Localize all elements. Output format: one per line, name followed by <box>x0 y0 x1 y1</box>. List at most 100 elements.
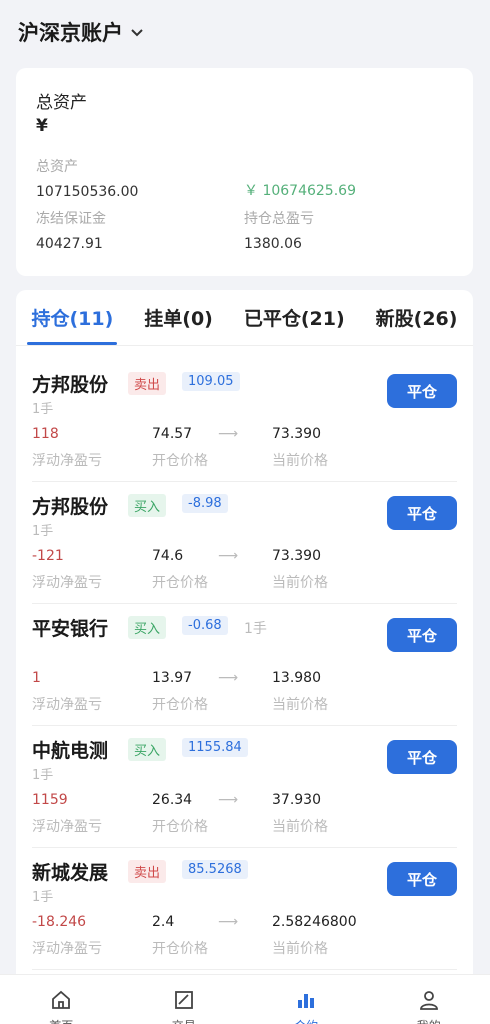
summary-key <box>244 156 356 172</box>
floating-pl-label: 浮动净盈亏 <box>32 575 102 591</box>
nav-home[interactable]: 首页 <box>31 989 91 1024</box>
summary-value: ￥ 10674625.69 <box>244 183 356 199</box>
summary-cell: 总资产 107150536.00 <box>36 156 138 200</box>
lots-label: 1手 <box>32 402 54 417</box>
close-position-button[interactable]: 平仓 <box>387 862 457 896</box>
current-price-label: 当前价格 <box>272 453 328 469</box>
open-price-value: 74.57 <box>152 426 193 442</box>
pl-tag: -8.98 <box>182 494 228 513</box>
arrow-right-icon: ⟶ <box>218 426 239 442</box>
summary-cell: ￥ 10674625.69 <box>244 156 356 200</box>
nav-label: 合约 <box>294 1017 318 1024</box>
summary-cell: 持仓总盈亏 1380.06 <box>244 208 314 252</box>
open-price-value: 26.34 <box>152 792 193 808</box>
open-price-value: 74.6 <box>152 548 184 564</box>
bar-chart-icon <box>295 989 317 1015</box>
tab-holdings[interactable]: 持仓(11) <box>27 304 118 345</box>
nav-label: 首页 <box>49 1017 73 1024</box>
current-price-value: 13.980 <box>272 670 321 686</box>
direction-badge: 买入 <box>128 616 167 639</box>
tab-closed[interactable]: 已平仓(21) <box>240 304 349 331</box>
nav-contract[interactable]: 合约 <box>276 989 336 1024</box>
nav-label: 我的 <box>417 1017 441 1024</box>
arrow-right-icon: ⟶ <box>218 914 239 930</box>
lots-label: 1手 <box>32 768 54 783</box>
direction-badge: 买入 <box>128 738 167 761</box>
pl-tag: -0.68 <box>182 616 228 635</box>
floating-pl-label: 浮动净盈亏 <box>32 697 102 713</box>
pl-tag: 85.5268 <box>182 860 248 879</box>
current-price-label: 当前价格 <box>272 819 328 835</box>
current-price-label: 当前价格 <box>272 697 328 713</box>
current-price-value: 37.930 <box>272 792 321 808</box>
stock-name: 方邦股份 <box>32 374 109 396</box>
nav-label: 交易 <box>172 1017 196 1024</box>
tab-pending[interactable]: 挂单(0) <box>140 304 217 331</box>
close-position-button[interactable]: 平仓 <box>387 374 457 408</box>
floating-pl-value: -121 <box>32 548 64 564</box>
summary-value: 40427.91 <box>36 236 103 252</box>
nav-profile[interactable]: 我的 <box>399 989 459 1024</box>
lots-label: 1手 <box>32 524 54 539</box>
pl-tag: 109.05 <box>182 372 240 391</box>
position-row: 新城发展 卖出 85.5268 1手 平仓 -18.246 2.4 ⟶ 2.58… <box>32 850 457 970</box>
top-bar: 沪深京账户 <box>0 0 490 64</box>
stock-name: 新城发展 <box>32 862 109 884</box>
open-price-label: 开仓价格 <box>152 697 208 713</box>
floating-pl-label: 浮动净盈亏 <box>32 819 102 835</box>
floating-pl-label: 浮动净盈亏 <box>32 453 102 469</box>
positions-card: 持仓(11) 挂单(0) 已平仓(21) 新股(26) 方邦股份 卖出 109.… <box>16 290 473 990</box>
close-position-button[interactable]: 平仓 <box>387 496 457 530</box>
nav-trade[interactable]: 交易 <box>154 989 214 1024</box>
stock-name: 平安银行 <box>32 618 109 640</box>
chevron-down-icon[interactable] <box>129 24 145 40</box>
tab-ipo[interactable]: 新股(26) <box>372 304 462 331</box>
direction-badge: 卖出 <box>128 860 167 883</box>
position-row: 方邦股份 买入 -8.98 1手 平仓 -121 74.6 ⟶ 73.390 浮… <box>32 484 457 604</box>
account-selector[interactable]: 沪深京账户 <box>18 17 123 47</box>
current-price-value: 73.390 <box>272 548 321 564</box>
open-price-label: 开仓价格 <box>152 941 208 957</box>
position-row: 方邦股份 卖出 109.05 1手 平仓 118 74.57 ⟶ 73.390 … <box>32 362 457 482</box>
lots-label: 1手 <box>32 890 54 905</box>
tab-bar: 持仓(11) 挂单(0) 已平仓(21) 新股(26) <box>16 290 473 346</box>
user-icon <box>418 989 440 1015</box>
close-position-button[interactable]: 平仓 <box>387 618 457 652</box>
open-price-label: 开仓价格 <box>152 575 208 591</box>
stock-name: 中航电测 <box>32 740 109 762</box>
home-icon <box>50 989 72 1015</box>
current-price-label: 当前价格 <box>272 941 328 957</box>
summary-key: 冻结保证金 <box>36 211 106 227</box>
current-price-value: 73.390 <box>272 426 321 442</box>
open-price-value: 13.97 <box>152 670 193 686</box>
current-price-label: 当前价格 <box>272 575 328 591</box>
current-price-value: 2.58246800 <box>272 914 357 930</box>
lots-label: 1手 <box>244 621 267 637</box>
summary-value: 107150536.00 <box>36 184 139 200</box>
floating-pl-label: 浮动净盈亏 <box>32 941 102 957</box>
floating-pl-value: 118 <box>32 426 59 442</box>
open-price-label: 开仓价格 <box>152 453 208 469</box>
arrow-right-icon: ⟶ <box>218 548 239 564</box>
account-summary-card: 总资产 ¥ 总资产 107150536.00 ￥ 10674625.69 冻结保… <box>16 68 473 276</box>
trade-icon <box>173 989 195 1015</box>
direction-badge: 买入 <box>128 494 167 517</box>
close-position-button[interactable]: 平仓 <box>387 740 457 774</box>
floating-pl-value: 1159 <box>32 792 68 808</box>
summary-key: 总资产 <box>36 159 78 175</box>
summary-value: 1380.06 <box>244 236 302 252</box>
pl-tag: 1155.84 <box>182 738 248 757</box>
summary-cell: 冻结保证金 40427.91 <box>36 208 106 252</box>
arrow-right-icon: ⟶ <box>218 792 239 808</box>
position-row: 平安银行 买入 -0.68 1手 平仓 1 13.97 ⟶ 13.980 浮动净… <box>32 606 457 726</box>
total-assets-label: 总资产 <box>36 93 87 113</box>
summary-key: 持仓总盈亏 <box>244 211 314 227</box>
floating-pl-value: -18.246 <box>32 914 87 930</box>
open-price-label: 开仓价格 <box>152 819 208 835</box>
stock-name: 方邦股份 <box>32 496 109 518</box>
arrow-right-icon: ⟶ <box>218 670 239 686</box>
bottom-nav: 首页 交易 合约 我的 <box>0 974 490 1024</box>
total-assets-currency: ¥ <box>36 116 48 136</box>
open-price-value: 2.4 <box>152 914 175 930</box>
direction-badge: 卖出 <box>128 372 167 395</box>
